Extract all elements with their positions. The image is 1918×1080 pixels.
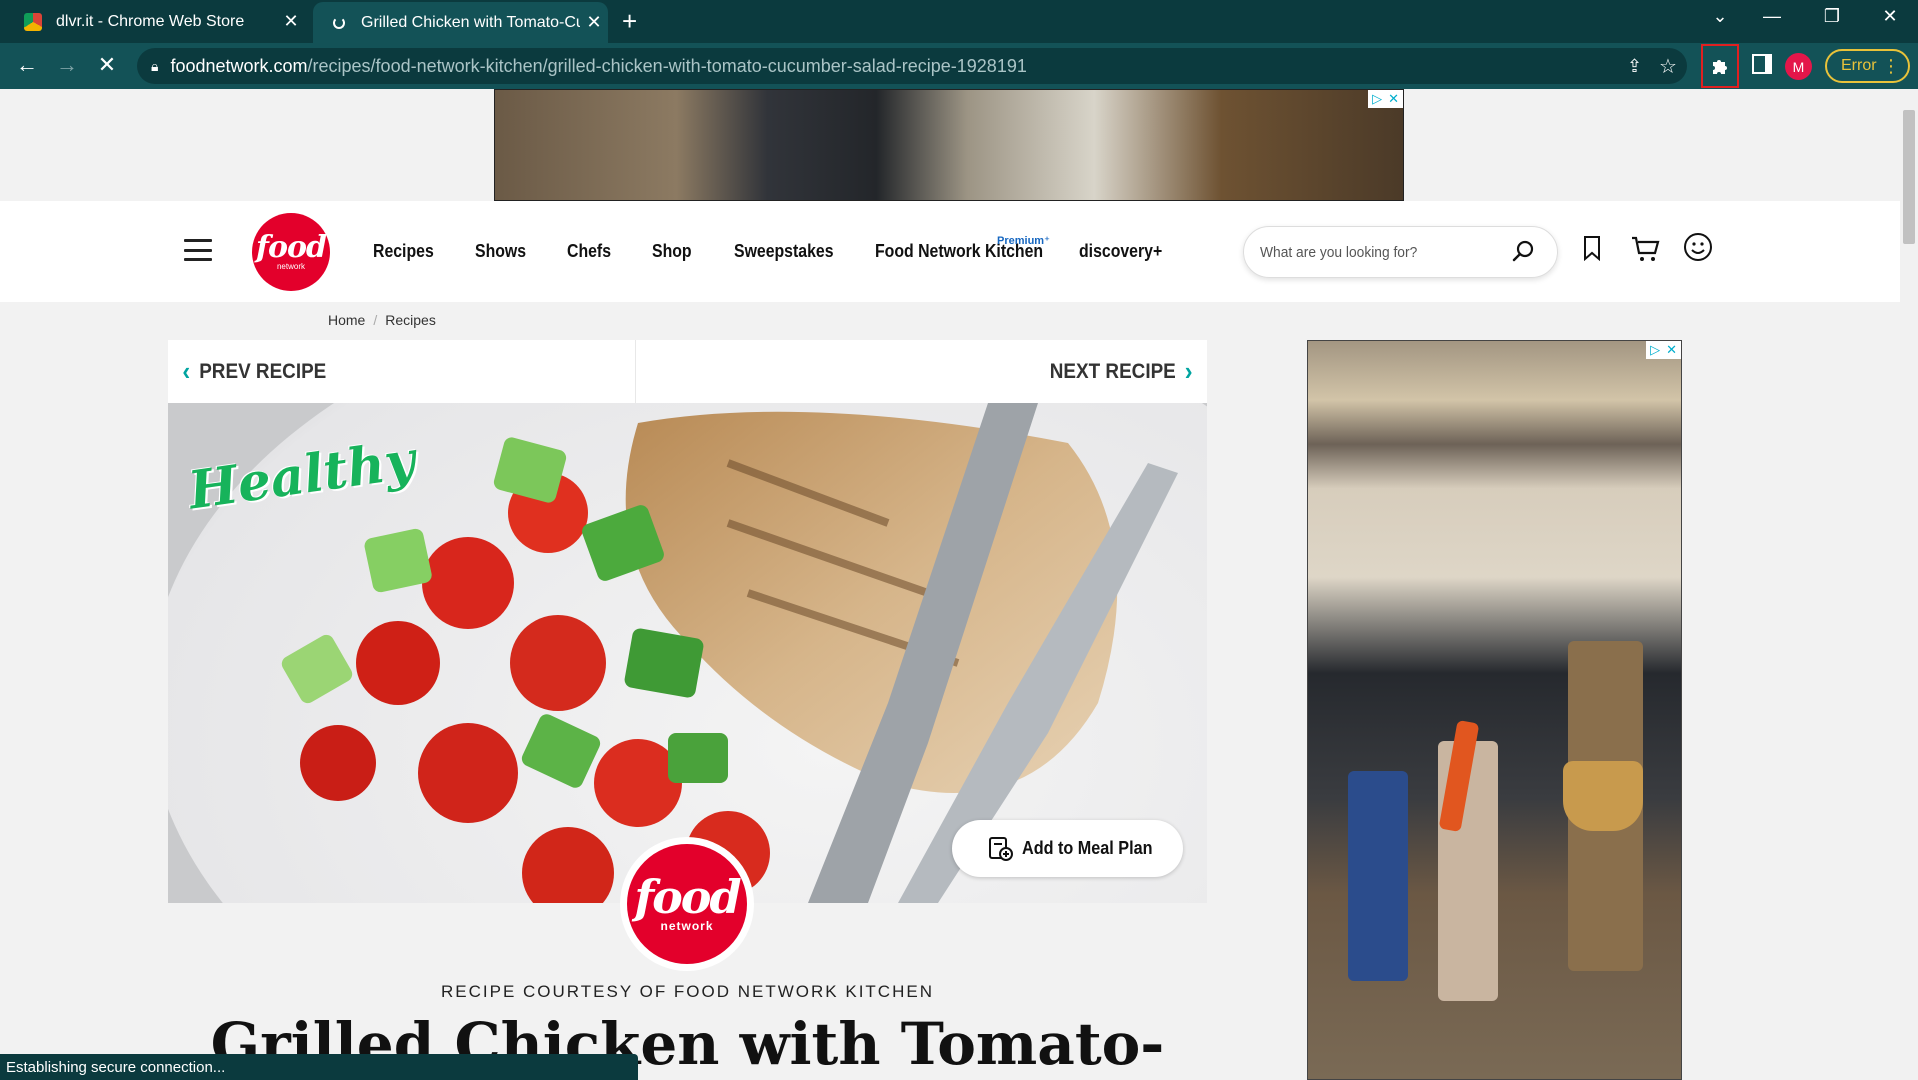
nav-chefs[interactable]: Chefs [567, 241, 611, 262]
user-profile-icon[interactable] [1683, 232, 1713, 262]
ad-close-icon[interactable]: ✕ [1666, 342, 1677, 358]
ad-choices[interactable]: ▷ ✕ [1368, 90, 1403, 108]
hamburger-menu-icon[interactable] [184, 239, 212, 261]
error-button[interactable]: Error ⋮ [1825, 49, 1910, 83]
tab-search-icon[interactable]: ⌄ [1700, 6, 1740, 27]
nav-shop[interactable]: Shop [652, 241, 692, 262]
menu-dots-icon: ⋮ [1882, 55, 1900, 76]
food-network-badge: food network [620, 837, 754, 971]
logo-text: food [256, 229, 327, 265]
breadcrumb: Home / Recipes [328, 312, 436, 328]
bookmark-star-icon[interactable]: ☆ [1659, 54, 1677, 79]
puzzle-icon [1713, 60, 1727, 74]
top-banner-ad[interactable]: ▷ ✕ [494, 89, 1404, 201]
search-icon[interactable] [1511, 239, 1535, 263]
extensions-puzzle-icon[interactable] [1701, 44, 1739, 88]
chevron-right-icon: › [1184, 356, 1193, 386]
url-host: foodnetwork.com [170, 55, 308, 76]
profile-avatar[interactable]: M [1785, 53, 1812, 80]
meal-plan-label: Add to Meal Plan [1022, 838, 1153, 858]
scrollbar-thumb[interactable] [1903, 110, 1915, 244]
chevron-left-icon: ‹ [182, 356, 191, 386]
recipe-courtesy: RECIPE COURTESY OF FOOD NETWORK KITCHEN [441, 982, 934, 1001]
recipe-pagination: ‹ PREV RECIPE NEXT RECIPE › [168, 340, 1207, 403]
tab-chrome-web-store[interactable]: dlvr.it - Chrome Web Store ✕ [0, 0, 305, 43]
next-recipe-label: NEXT RECIPE [1049, 359, 1176, 383]
food-network-logo[interactable]: food network [252, 213, 330, 291]
search-input[interactable]: What are you looking for? [1243, 226, 1558, 278]
back-icon[interactable]: ← [12, 53, 42, 77]
close-tab-icon[interactable]: ✕ [580, 12, 608, 33]
browser-toolbar: ← → ✕ 🔒︎ foodnetwork.com/recipes/food-ne… [0, 43, 1918, 89]
search-placeholder: What are you looking for? [1260, 243, 1418, 261]
close-tab-icon[interactable]: ✕ [277, 11, 305, 32]
breadcrumb-recipes[interactable]: Recipes [385, 312, 436, 328]
lock-icon[interactable]: 🔒︎ [151, 58, 158, 75]
close-window-icon[interactable]: ✕ [1870, 6, 1910, 27]
ad-choices[interactable]: ▷ ✕ [1646, 341, 1681, 359]
nav-discovery-plus[interactable]: discovery+ [1079, 241, 1162, 262]
side-panel-icon[interactable] [1752, 54, 1772, 74]
forward-icon[interactable]: → [52, 53, 82, 77]
stop-loading-icon[interactable]: ✕ [92, 53, 122, 77]
premium-tag: Premium⁺ [997, 235, 1050, 247]
url-path: /recipes/food-network-kitchen/grilled-ch… [307, 55, 1027, 76]
new-tab-button[interactable]: + [622, 8, 637, 34]
breadcrumb-separator: / [373, 312, 378, 328]
badge-subtext: network [660, 919, 714, 933]
prev-recipe-link[interactable]: ‹ PREV RECIPE [168, 340, 636, 403]
prev-recipe-label: PREV RECIPE [199, 359, 327, 383]
breadcrumb-home[interactable]: Home [328, 312, 365, 328]
status-bubble: Establishing secure connection... [0, 1054, 638, 1080]
minimize-icon[interactable]: — [1752, 6, 1792, 27]
meal-plan-icon [989, 836, 1013, 861]
bookmark-icon[interactable] [1582, 235, 1602, 261]
badge-text: food [634, 870, 741, 924]
tab-title: Grilled Chicken with Tomato-Cuc [361, 13, 580, 31]
error-label: Error [1841, 57, 1877, 74]
browser-window: dlvr.it - Chrome Web Store ✕ Grilled Chi… [0, 0, 1918, 1080]
adchoices-icon[interactable]: ▷ [1372, 91, 1382, 107]
next-recipe-link[interactable]: NEXT RECIPE › [740, 340, 1207, 403]
nav-recipes[interactable]: Recipes [373, 241, 434, 262]
side-ad[interactable]: ▷ ✕ [1307, 340, 1682, 1080]
add-to-meal-plan-button[interactable]: Add to Meal Plan [952, 820, 1183, 877]
chrome-web-store-icon [24, 12, 42, 31]
share-icon[interactable]: ⇪ [1627, 56, 1642, 77]
address-bar[interactable]: 🔒︎ foodnetwork.com/recipes/food-network-… [137, 48, 1687, 84]
restore-icon[interactable]: ❐ [1812, 6, 1852, 27]
tab-grilled-chicken[interactable]: Grilled Chicken with Tomato-Cuc ✕ [313, 2, 608, 43]
tab-strip: dlvr.it - Chrome Web Store ✕ Grilled Chi… [0, 0, 1918, 43]
site-header: food network Recipes Shows Chefs Shop Sw… [0, 201, 1900, 302]
nav-shows[interactable]: Shows [475, 241, 526, 262]
tab-title: dlvr.it - Chrome Web Store [56, 12, 245, 30]
ad-close-icon[interactable]: ✕ [1388, 91, 1399, 107]
adchoices-icon[interactable]: ▷ [1650, 342, 1660, 358]
cart-icon[interactable] [1630, 235, 1660, 263]
nav-sweepstakes[interactable]: Sweepstakes [734, 241, 834, 262]
loading-icon [333, 16, 345, 29]
logo-subtext: network [276, 261, 305, 271]
